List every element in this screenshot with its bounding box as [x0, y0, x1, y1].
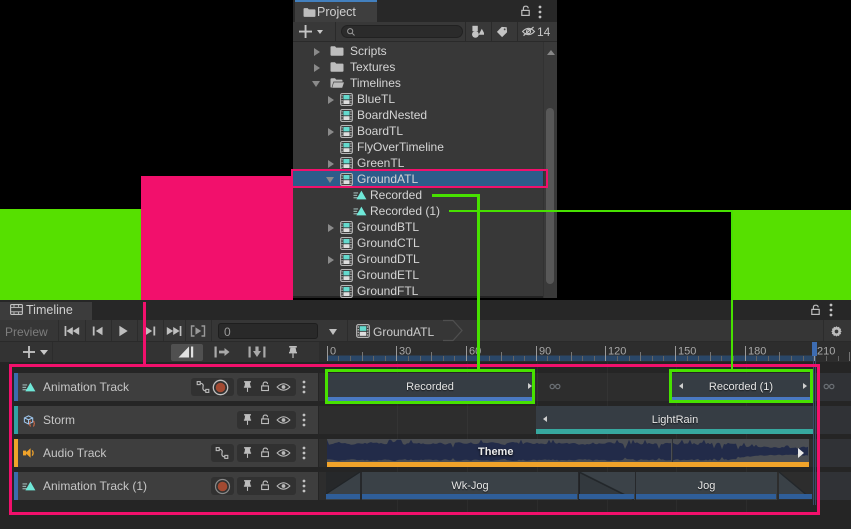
- svg-text:120: 120: [608, 346, 626, 358]
- svg-text:90: 90: [539, 346, 551, 358]
- svg-text:210: 210: [817, 346, 835, 358]
- svg-text:0: 0: [330, 346, 336, 358]
- svg-text:180: 180: [748, 346, 766, 358]
- svg-text:30: 30: [399, 346, 411, 358]
- svg-text:150: 150: [678, 346, 696, 358]
